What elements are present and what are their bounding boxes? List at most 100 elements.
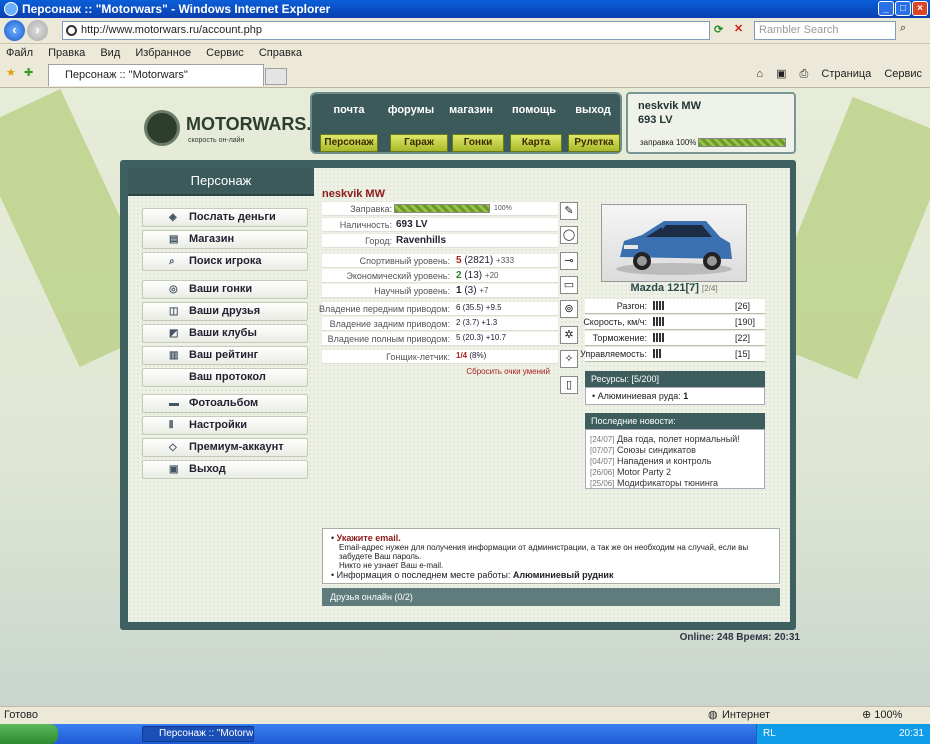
diamond-icon: ◇ (169, 442, 177, 453)
nav-help[interactable]: помощь (508, 104, 560, 116)
main-panel: Персонаж ◈ Послать деньги ▤ Магазин ⌕ Поиск… (120, 160, 796, 630)
menu-bar: Файл Правка Вид Избранное Сервис Справка (0, 44, 930, 62)
car-name[interactable]: Mazda 121[7] [2/4] (601, 282, 747, 294)
online-status: Online: 248 Время: 20:31 (679, 632, 800, 643)
club-icon: ◩ (169, 328, 179, 339)
sliders-icon: ⫴ (169, 420, 174, 431)
magnifier-icon: ⌕ (169, 256, 175, 267)
sidebar-item-races[interactable]: ◎ Ваши гонки (142, 280, 308, 299)
menu-file[interactable]: Файл (6, 47, 33, 59)
forward-icon[interactable]: › (27, 20, 48, 41)
nav-logout[interactable]: выход (570, 104, 616, 116)
feeds-icon[interactable]: ▣ (776, 68, 786, 80)
sidebar-item-friends[interactable]: ◫ Ваши друзья (142, 302, 308, 321)
news-item[interactable]: [26/06] Motor Party 2 (590, 467, 760, 478)
home-icon[interactable]: ⌂ (756, 68, 763, 80)
sidebar-item-shop[interactable]: ▤ Магазин (142, 230, 308, 249)
user-panel: neskvik MW 693 LV заправка 100% (626, 92, 796, 154)
cart-icon: ▤ (169, 234, 179, 245)
sidebar-item-exit[interactable]: ▣ Выход (142, 460, 308, 479)
wrench-icon[interactable]: ✧ (560, 350, 578, 368)
stop-icon[interactable]: ✕ (734, 22, 743, 35)
tools-menu[interactable]: Сервис (884, 68, 922, 80)
people-icon: ◫ (169, 306, 179, 317)
character-name: neskvik MW (322, 188, 385, 200)
level-row: Спортивный уровень: 5 (2821) +333 (322, 254, 558, 268)
globe-icon: ◍ (708, 709, 718, 721)
drive-row: Владение полным приводом: 5 (20.3) +10.7 (322, 332, 558, 346)
tab-bar: ★ ✚ Персонаж :: "Motorwars" ⌂ ▣ ⎙ Страни… (0, 62, 930, 88)
stat-bar-icon (653, 333, 665, 342)
subnav-races[interactable]: Гонки (452, 134, 504, 152)
pipe-icon[interactable]: ⊸ (560, 252, 578, 270)
news-item[interactable]: [24/07] Два года, полет нормальный! (590, 434, 760, 445)
news-item[interactable]: [07/07] Союзы синдикатов (590, 445, 760, 456)
friends-online-bar[interactable]: Друзья онлайн (0/2) (322, 588, 780, 606)
maximize-button[interactable]: □ (895, 1, 911, 16)
nav-forums[interactable]: форумы (386, 104, 436, 116)
sidebar-item-find-player[interactable]: ⌕ Поиск игрока (142, 252, 308, 271)
stat-bar-icon (653, 317, 665, 326)
menu-view[interactable]: Вид (100, 47, 120, 59)
sidebar-item-clubs[interactable]: ◩ Ваши клубы (142, 324, 308, 343)
nav-mail[interactable]: почта (326, 104, 372, 116)
gear-icon[interactable]: ✲ (560, 326, 578, 344)
subnav-garage[interactable]: Гараж (390, 134, 448, 152)
logo-mark (144, 110, 180, 146)
back-icon[interactable]: ‹ (4, 20, 25, 41)
tire-icon[interactable]: ◯ (560, 226, 578, 244)
language-indicator[interactable]: RL (763, 724, 776, 744)
window-titlebar: Персонаж :: "Motorwars" - Windows Intern… (0, 0, 930, 18)
address-bar[interactable]: http://www.motorwars.ru/account.php (62, 21, 710, 40)
status-text: Готово (4, 709, 38, 721)
taskbar-item[interactable]: Персонаж :: "Motorw... (142, 726, 254, 742)
car-picture (616, 221, 732, 275)
zoom-control[interactable]: ⊕ 100% (862, 707, 902, 724)
car-stat-row: Разгон: [26] (585, 299, 765, 314)
close-button[interactable]: × (912, 1, 928, 16)
car-image[interactable] (601, 204, 747, 282)
reset-skills-link[interactable]: Сбросить очки умений (322, 367, 550, 376)
bottle-icon[interactable]: ▯ (560, 376, 578, 394)
news-item[interactable]: [25/06] Модификаторы тюнинга (590, 478, 760, 489)
start-button[interactable] (0, 724, 58, 744)
search-input[interactable]: Rambler Search (754, 21, 896, 40)
tab-active[interactable]: Персонаж :: "Motorwars" (48, 64, 264, 86)
search-icon[interactable]: ⌕ (900, 22, 906, 35)
refresh-icon[interactable]: ⟳ (714, 23, 723, 36)
level-row: Научный уровень: 1 (3) +7 (322, 284, 558, 298)
subnav-map[interactable]: Карта (510, 134, 562, 152)
page-menu[interactable]: Страница (821, 68, 871, 80)
menu-help[interactable]: Справка (259, 47, 302, 59)
news-list: [24/07] Два года, полет нормальный! [07/… (585, 429, 765, 489)
pliers-icon[interactable]: ✎ (560, 202, 578, 220)
sidebar-item-premium[interactable]: ◇ Премиум-аккаунт (142, 438, 308, 457)
print-icon[interactable]: ⎙ (800, 68, 809, 80)
sidebar-item-protocol[interactable]: Ваш протокол (142, 368, 308, 387)
favorites-star-icon[interactable]: ★ (6, 66, 16, 79)
site-logo[interactable]: MOTORWARS.RU скорость он-лайн (144, 110, 337, 154)
news-item[interactable]: [04/07] Нападения и контроль (590, 456, 760, 467)
menu-edit[interactable]: Правка (48, 47, 85, 59)
nav-shop[interactable]: магазин (446, 104, 496, 116)
spoiler-icon[interactable]: ▭ (560, 276, 578, 294)
new-tab-button[interactable] (265, 68, 287, 85)
turbo-icon[interactable]: ⊚ (560, 300, 578, 318)
subnav-roulette[interactable]: Рулетка (568, 134, 620, 152)
menu-tools[interactable]: Сервис (206, 47, 244, 59)
status-bar: Готово ◍ Интернет ⊕ 100% (0, 706, 930, 724)
drive-row: Владение задним приводом: 2 (3.7) +1.3 (322, 317, 558, 331)
add-favorite-icon[interactable]: ✚ (24, 66, 33, 79)
sidebar-item-photoalbum[interactable]: ▬ Фотоальбом (142, 394, 308, 413)
sidebar-item-settings[interactable]: ⫴ Настройки (142, 416, 308, 435)
web-page: MOTORWARS.RU скорость он-лайн почта фору… (0, 88, 930, 706)
character-fuel-bar (394, 204, 490, 213)
sidebar-item-send-money[interactable]: ◈ Послать деньги (142, 208, 308, 227)
pilot-row: Гонщик-летчик: 1/4 (8%) (322, 350, 558, 364)
menu-favorites[interactable]: Избранное (135, 47, 191, 59)
minimize-button[interactable]: _ (878, 1, 894, 16)
subnav-character[interactable]: Персонаж (320, 134, 378, 152)
bars-icon: ▥ (169, 350, 179, 361)
sidebar-item-rating[interactable]: ▥ Ваш рейтинг (142, 346, 308, 365)
fuel-label: заправка 100% (640, 138, 697, 147)
